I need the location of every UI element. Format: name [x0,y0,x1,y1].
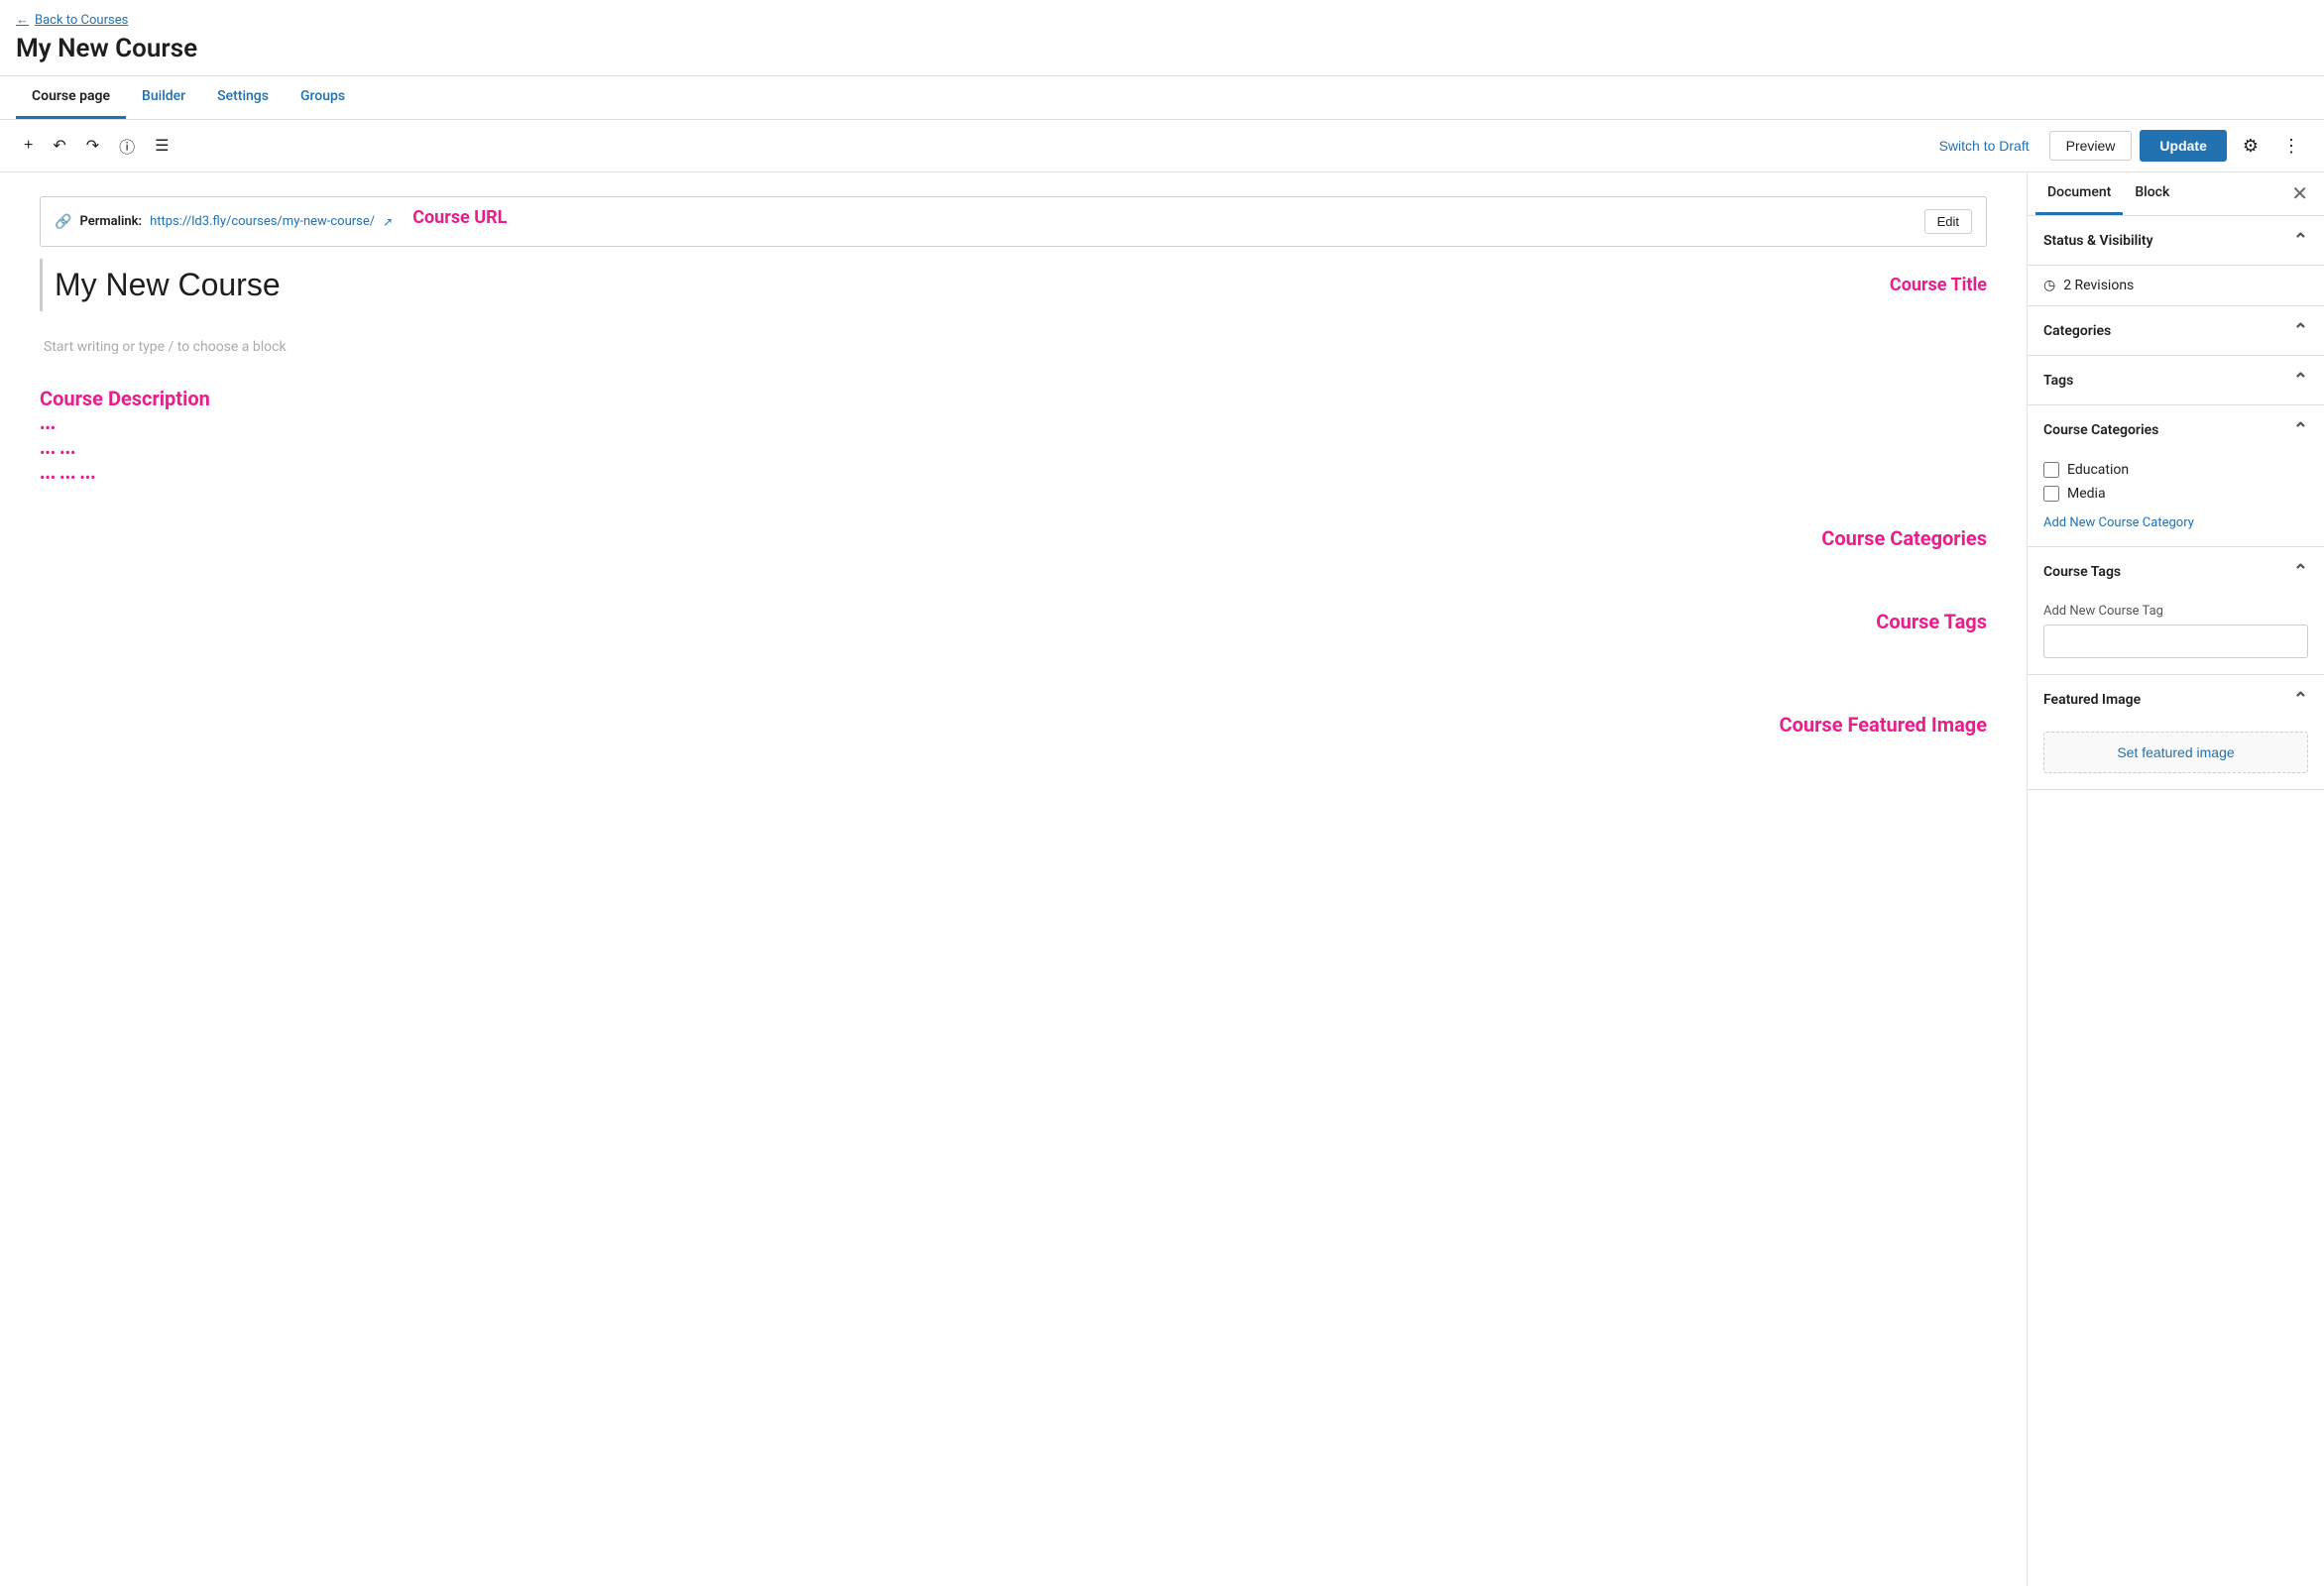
tags-header[interactable]: Tags ⌃ [2028,356,2324,404]
main-layout: 🔗 Permalink: https://ld3.fly/courses/my-… [0,172,2324,1586]
undo-button[interactable]: ↶ [45,130,73,162]
info-icon: ⓘ [119,134,135,158]
back-link-label: Back to Courses [35,13,128,28]
course-title-annotation: Course Title [1890,275,1987,295]
course-categories-section: Course Categories ⌃ Education Media Add … [2028,405,2324,547]
category-media-item: Media [2043,486,2308,502]
redo-button[interactable]: ↷ [78,130,107,162]
categories-chevron-icon: ⌃ [2293,320,2308,341]
tags-section: Tags ⌃ [2028,356,2324,405]
permalink-url[interactable]: https://ld3.fly/courses/my-new-course/ [150,214,375,229]
course-tags-chevron-icon: ⌃ [2293,561,2308,582]
course-categories-content: Education Media Add New Course Category [2028,454,2324,546]
course-url-annotation: Course URL [412,207,507,228]
tab-settings[interactable]: Settings [201,76,285,119]
tags-label: Tags [2043,373,2073,389]
list-view-button[interactable]: ☰ [147,130,176,162]
categories-section: Categories ⌃ [2028,306,2324,356]
revisions-clock-icon: ◷ [2043,278,2055,293]
course-tags-content: Add New Course Tag [2028,596,2324,674]
revisions-row[interactable]: ◷ 2 Revisions [2028,266,2324,305]
preview-button[interactable]: Preview [2049,131,2133,161]
dot-line-1: ••• [40,418,1987,437]
status-visibility-section: Status & Visibility ⌃ [2028,216,2324,266]
undo-icon: ↶ [53,136,65,156]
update-button[interactable]: Update [2140,130,2226,162]
link-icon: 🔗 [55,214,71,230]
list-icon: ☰ [155,136,169,156]
plus-icon: + [24,137,33,155]
back-to-courses-link[interactable]: ← Back to Courses [0,0,2324,34]
category-education-item: Education [2043,462,2308,478]
revisions-section: ◷ 2 Revisions [2028,266,2324,306]
ellipsis-icon: ⋮ [2282,136,2300,156]
featured-image-header[interactable]: Featured Image ⌃ [2028,675,2324,724]
course-description-annotation: Course Description [40,387,1987,410]
course-tags-annotation: Course Tags [40,610,1987,633]
add-block-button[interactable]: + [16,131,41,161]
main-tabs: Course page Builder Settings Groups [0,76,2324,120]
sidebar-close-button[interactable]: ✕ [2283,177,2316,210]
toolbar-left-controls: + ↶ ↷ ⓘ ☰ [16,128,1923,164]
status-chevron-icon: ⌃ [2293,230,2308,251]
revisions-label: 2 Revisions [2063,278,2134,293]
course-categories-label: Course Categories [2043,422,2158,438]
sidebar: Document Block ✕ Status & Visibility ⌃ ◷… [2027,172,2324,1586]
featured-image-chevron-icon: ⌃ [2293,689,2308,710]
categories-label: Categories [2043,323,2111,339]
redo-icon: ↷ [86,136,99,156]
tab-course-page[interactable]: Course page [16,76,126,119]
featured-image-content: Set featured image [2028,724,2324,789]
course-title-input[interactable] [40,259,1870,311]
featured-image-section: Featured Image ⌃ Set featured image [2028,675,2324,790]
gear-icon: ⚙ [2243,136,2259,156]
course-categories-header[interactable]: Course Categories ⌃ [2028,405,2324,454]
course-featured-image-annotation: Course Featured Image [40,713,1987,737]
add-new-course-category-link[interactable]: Add New Course Category [2043,515,2194,530]
close-icon: ✕ [2291,183,2308,205]
category-education-label[interactable]: Education [2067,462,2129,478]
featured-image-label: Featured Image [2043,692,2141,708]
dot-line-2: ••• ••• [40,443,1987,462]
tab-builder[interactable]: Builder [126,76,201,119]
tags-chevron-icon: ⌃ [2293,370,2308,391]
course-categories-chevron-icon: ⌃ [2293,419,2308,440]
course-tags-header[interactable]: Course Tags ⌃ [2028,547,2324,596]
course-tags-section: Course Tags ⌃ Add New Course Tag [2028,547,2324,675]
tab-groups[interactable]: Groups [285,76,361,119]
toolbar-right-controls: Switch to Draft Preview Update ⚙ ⋮ [1927,130,2308,163]
set-featured-image-button[interactable]: Set featured image [2043,732,2308,773]
status-visibility-header[interactable]: Status & Visibility ⌃ [2028,216,2324,265]
more-options-button[interactable]: ⋮ [2274,130,2308,163]
categories-header[interactable]: Categories ⌃ [2028,306,2324,355]
arrow-left-icon: ← [16,12,29,28]
dot-line-3: ••• ••• ••• [40,468,1987,487]
sidebar-tabs: Document Block ✕ [2028,172,2324,216]
page-title: My New Course [0,34,2324,76]
settings-gear-button[interactable]: ⚙ [2235,130,2266,163]
course-tags-label: Course Tags [2043,564,2121,580]
permalink-edit-button[interactable]: Edit [1924,209,1972,234]
sidebar-tab-document[interactable]: Document [2035,172,2123,215]
info-button[interactable]: ⓘ [111,128,143,164]
category-education-checkbox[interactable] [2043,462,2059,478]
category-media-checkbox[interactable] [2043,486,2059,502]
status-visibility-label: Status & Visibility [2043,233,2153,249]
permalink-label: Permalink: [79,214,142,229]
editor-toolbar: + ↶ ↷ ⓘ ☰ Switch to Draft Preview Update… [0,120,2324,172]
course-categories-annotation: Course Categories [40,526,1987,550]
permalink-bar: 🔗 Permalink: https://ld3.fly/courses/my-… [40,196,1987,247]
switch-to-draft-button[interactable]: Switch to Draft [1927,132,2041,160]
sidebar-tab-block[interactable]: Block [2123,172,2181,215]
tag-input-label: Add New Course Tag [2043,604,2308,619]
course-tag-input[interactable] [2043,625,2308,658]
external-link-icon: ↗ [383,215,393,229]
category-media-label[interactable]: Media [2067,486,2106,502]
content-placeholder[interactable]: Start writing or type / to choose a bloc… [40,331,1987,363]
editor-area: 🔗 Permalink: https://ld3.fly/courses/my-… [0,172,2027,1586]
